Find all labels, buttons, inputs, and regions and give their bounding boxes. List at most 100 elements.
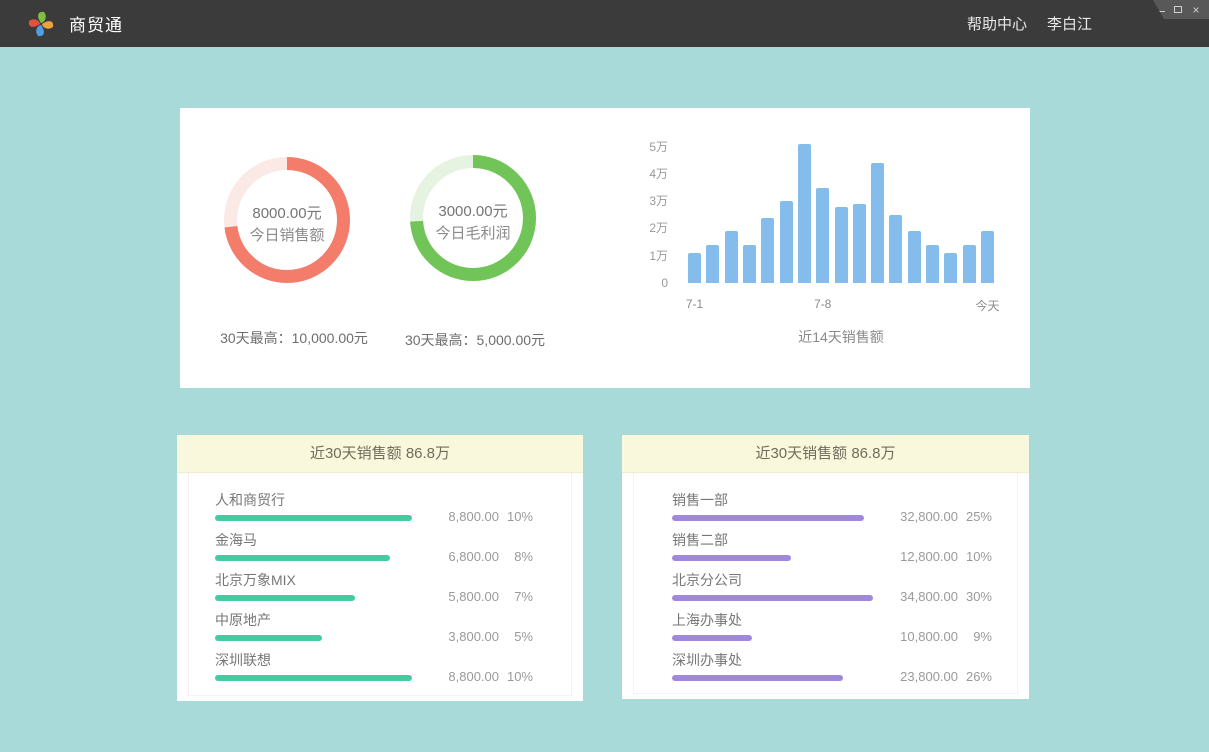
maximize-button[interactable] — [1173, 5, 1183, 15]
sales-14d-chart: 0 1万 2万 3万 4万 5万 7-1 7-8 今天 近14天销售额 — [650, 133, 1010, 363]
today-profit-caption: 今日毛利润 — [410, 223, 536, 245]
row-percent: 25% — [958, 509, 992, 524]
today-profit-donut: 3000.00元 今日毛利润 — [410, 155, 536, 281]
window-controls: × — [1153, 0, 1209, 19]
list-item: 中原地产 3,800.00 5% — [215, 612, 533, 641]
chart-bar — [743, 245, 756, 283]
row-percent: 10% — [499, 669, 533, 684]
row-percent: 7% — [499, 589, 533, 604]
y-tick-label: 4万 — [649, 167, 668, 181]
profit-30d-max: 30天最高：5,000.00元 — [365, 330, 585, 350]
chart-y-axis: 01万2万3万4万5万 — [650, 133, 668, 283]
titlebar-right: 帮助中心 李白江 — [967, 0, 1092, 47]
row-bar — [215, 635, 322, 641]
donut-center-text: 8000.00元 今日销售额 — [224, 203, 350, 247]
chart-bar — [761, 218, 774, 283]
chart-bar — [816, 188, 829, 283]
chart-plot — [688, 133, 994, 283]
list-item: 销售一部 32,800.00 25% — [672, 492, 992, 521]
row-bar — [215, 555, 390, 561]
list-item: 北京万象MIX 5,800.00 7% — [215, 572, 533, 601]
list-item: 金海马 6,800.00 8% — [215, 532, 533, 561]
help-center-link[interactable]: 帮助中心 — [967, 13, 1027, 34]
row-label: 金海马 — [215, 532, 411, 549]
chart-bar — [926, 245, 939, 283]
app-logo-icon — [28, 11, 54, 37]
y-tick-label: 5万 — [649, 140, 668, 154]
today-profit-value: 3000.00元 — [410, 201, 536, 223]
customer-list: 人和商贸行 8,800.00 10% 金海马 6,800.00 8% — [177, 473, 583, 681]
list-item: 上海办事处 10,800.00 9% — [672, 612, 992, 641]
department-sales-card: 近30天销售额 86.8万 销售一部 32,800.00 25% 销售二部 12… — [622, 435, 1029, 699]
row-label: 北京分公司 — [672, 572, 870, 589]
row-label: 北京万象MIX — [215, 572, 411, 589]
y-tick-label: 0 — [661, 276, 668, 290]
y-tick-label: 1万 — [649, 249, 668, 263]
today-sales-donut: 8000.00元 今日销售额 — [224, 157, 350, 283]
titlebar: 商贸通 帮助中心 李白江 × — [0, 0, 1209, 47]
row-label: 人和商贸行 — [215, 492, 411, 509]
y-tick-label: 3万 — [649, 194, 668, 208]
row-value: 8,800.00 — [411, 669, 499, 684]
row-percent: 5% — [499, 629, 533, 644]
chart-bar — [871, 163, 884, 283]
chart-bar — [706, 245, 719, 283]
minimize-icon — [1156, 11, 1165, 12]
chart-bar — [780, 201, 793, 283]
app-title: 商贸通 — [69, 11, 123, 36]
row-percent: 8% — [499, 549, 533, 564]
username[interactable]: 李白江 — [1047, 13, 1092, 34]
row-percent: 10% — [499, 509, 533, 524]
row-bar — [672, 675, 843, 681]
row-bar — [672, 555, 791, 561]
row-bar — [672, 515, 864, 521]
row-bar — [215, 515, 412, 521]
row-value: 10,800.00 — [870, 629, 958, 644]
list-item: 深圳办事处 23,800.00 26% — [672, 652, 992, 681]
row-percent: 9% — [958, 629, 992, 644]
row-percent: 30% — [958, 589, 992, 604]
row-value: 34,800.00 — [870, 589, 958, 604]
row-label: 销售二部 — [672, 532, 870, 549]
today-sales-caption: 今日销售额 — [224, 225, 350, 247]
donut-center-text: 3000.00元 今日毛利润 — [410, 201, 536, 245]
row-value: 23,800.00 — [870, 669, 958, 684]
row-label: 销售一部 — [672, 492, 870, 509]
row-label: 中原地产 — [215, 612, 411, 629]
chart-bar — [725, 231, 738, 283]
row-label: 深圳联想 — [215, 652, 411, 669]
chart-bar — [981, 231, 994, 283]
department-card-title: 近30天销售额 86.8万 — [622, 435, 1029, 473]
chart-bar — [688, 253, 701, 283]
row-value: 6,800.00 — [411, 549, 499, 564]
row-value: 12,800.00 — [870, 549, 958, 564]
row-label: 上海办事处 — [672, 612, 870, 629]
chart-bar — [853, 204, 866, 283]
x-tick-label: 7-1 — [686, 297, 703, 311]
maximize-icon — [1174, 6, 1182, 13]
row-bar — [672, 635, 752, 641]
chart-bar — [963, 245, 976, 283]
chart-title: 近14天销售额 — [688, 327, 994, 347]
chart-x-axis: 7-17-8今天 — [688, 297, 994, 313]
row-bar — [215, 675, 412, 681]
department-list: 销售一部 32,800.00 25% 销售二部 12,800.00 10% — [622, 473, 1029, 681]
x-tick-label: 7-8 — [814, 297, 831, 311]
minimize-button[interactable] — [1155, 5, 1165, 15]
row-label: 深圳办事处 — [672, 652, 870, 669]
row-percent: 26% — [958, 669, 992, 684]
today-sales-value: 8000.00元 — [224, 203, 350, 225]
row-percent: 10% — [958, 549, 992, 564]
row-bar — [672, 595, 873, 601]
chart-bar — [889, 215, 902, 283]
summary-card: 8000.00元 今日销售额 30天最高：10,000.00元 3000.00元… — [180, 108, 1030, 388]
customer-card-title: 近30天销售额 86.8万 — [177, 435, 583, 473]
close-button[interactable]: × — [1191, 5, 1201, 15]
list-item: 深圳联想 8,800.00 10% — [215, 652, 533, 681]
list-item: 销售二部 12,800.00 10% — [672, 532, 992, 561]
y-tick-label: 2万 — [649, 221, 668, 235]
chart-bar — [908, 231, 921, 283]
list-item: 人和商贸行 8,800.00 10% — [215, 492, 533, 521]
x-tick-label: 今天 — [975, 297, 999, 314]
chart-bar — [798, 144, 811, 283]
